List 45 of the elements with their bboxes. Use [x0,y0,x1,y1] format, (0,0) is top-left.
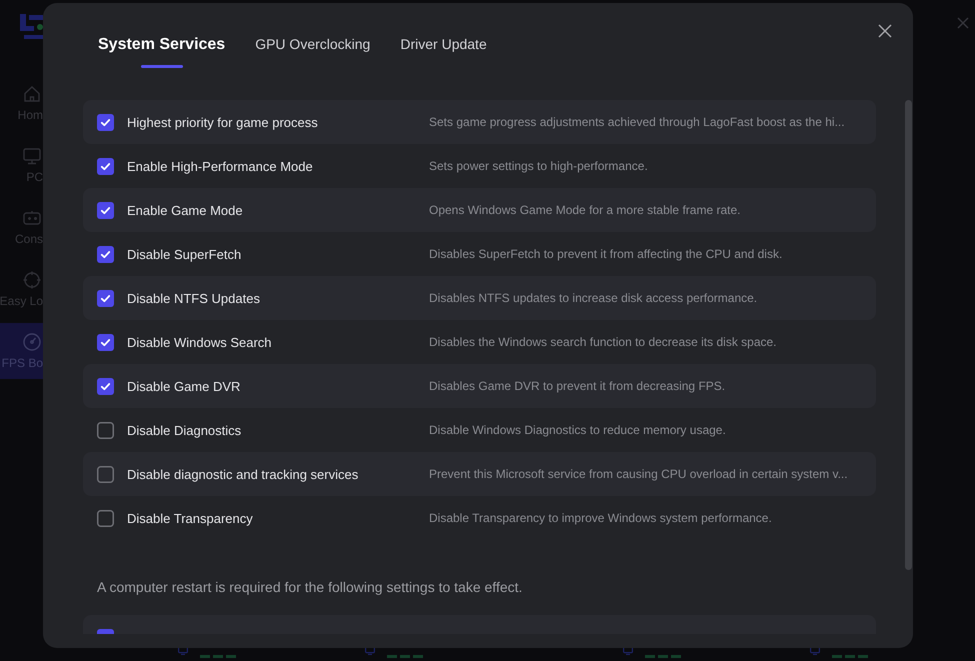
dash-marks-drawing [645,655,681,658]
setting-description: Prevent this Microsoft service from causing CPU overload in certain system v... [429,467,848,481]
tab[interactable]: Driver Update [400,35,487,68]
close-button[interactable] [878,24,892,38]
restart-note: A computer restart is required for the following settings to take effect. [97,579,522,595]
setting-label: Disable NTFS Updates [127,290,261,306]
setting-label: Disable Transparency [127,510,254,526]
checkbox[interactable] [97,334,114,350]
setting-label: Enable High-Performance Mode [127,158,314,174]
checkbox[interactable] [97,290,114,306]
checkbox[interactable] [97,378,114,394]
checkbox[interactable] [97,202,114,218]
setting-description: Sets power settings to high-performance. [429,159,648,173]
checkbox[interactable] [97,158,114,174]
setting-description: Sets game progress adjustments achieved through LagoFast boost as the hi... [429,115,845,129]
setting-description: Disables NTFS updates to increase disk access performance. [429,291,758,305]
logo-icon [18,12,45,40]
setting-description: Disables the Windows search function to decrease its disk space. [429,335,777,349]
dash-marks-drawing [832,655,868,658]
setting-label: Disable Game DVR [127,378,242,394]
checkbox[interactable] [97,510,114,526]
tab[interactable]: System Services [98,35,226,68]
setting-label: Disable diagnostic and tracking services [127,466,360,482]
setting-label: Highest priority for game process [127,114,319,130]
checkbox[interactable] [97,422,114,438]
setting-label: Enable Game Mode [127,202,244,218]
house-icon [22,84,42,104]
tab[interactable]: GPU Overclocking [255,35,370,68]
setting-description: Disables SuperFetch to prevent it from affecting the CPU and disk. [429,247,782,261]
dash-marks-drawing [200,655,236,658]
checkbox[interactable] [97,114,114,130]
dash-marks-drawing [387,655,423,658]
gauge-icon [22,332,42,352]
setting-description: Opens Windows Game Mode for a more stable frame rate. [429,203,740,217]
monitor-icon [22,146,42,166]
checkbox[interactable] [97,246,114,262]
setting-description: Disable Windows Diagnostics to reduce memory usage. [429,423,726,437]
setting-label: Disable Diagnostics [127,422,242,438]
checkbox[interactable] [97,466,114,482]
setting-description: Disables Game DVR to prevent it from decreasing FPS. [429,379,726,393]
setting-label: Disable SuperFetch [127,246,242,262]
setting-label: Disable Windows Search [127,334,273,350]
scrollbar-thumb[interactable] [905,100,912,570]
crosshair-icon [22,270,42,290]
setting-description: Disable Transparency to improve Windows system performance. [429,511,772,525]
